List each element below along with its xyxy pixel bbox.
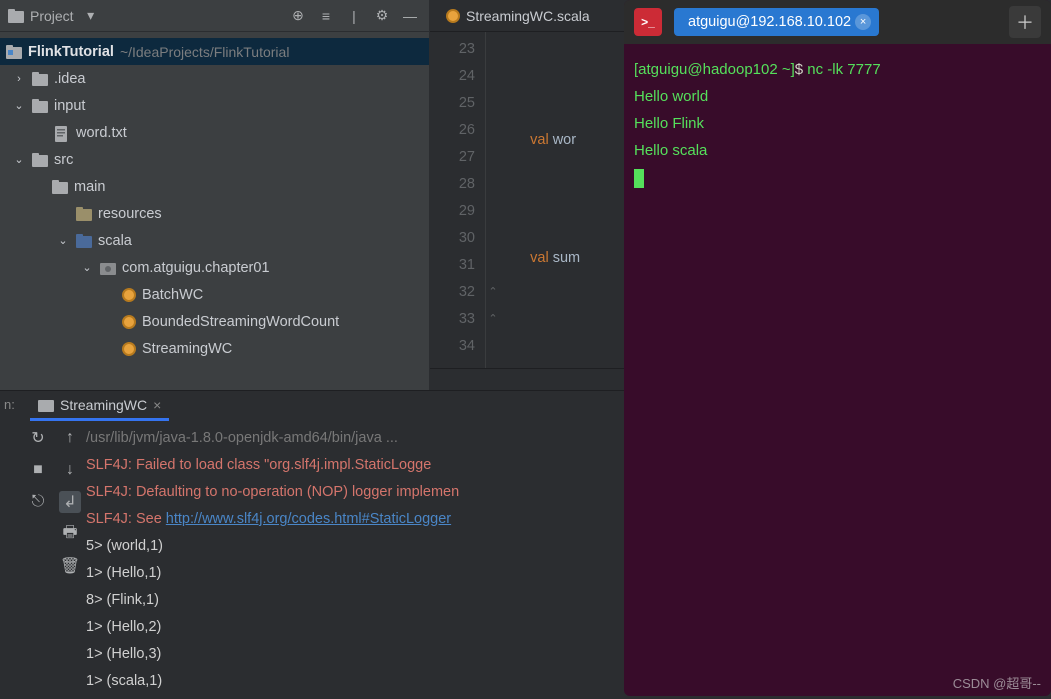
tree-item[interactable]: main bbox=[0, 173, 429, 200]
file-icon bbox=[54, 126, 70, 140]
new-terminal-tab-button[interactable]: ＋ bbox=[1009, 6, 1041, 38]
fold-marker-icon[interactable]: ⌃ bbox=[486, 306, 500, 333]
chevron-down-icon: ⌄ bbox=[80, 261, 94, 274]
project-tool-label: Project bbox=[30, 8, 74, 24]
chevron-down-icon: ⌄ bbox=[12, 99, 26, 112]
close-tab-icon[interactable]: × bbox=[153, 397, 161, 413]
rerun-icon[interactable]: ↻ bbox=[27, 427, 49, 449]
tree-item[interactable]: BoundedStreamingWordCount bbox=[0, 308, 429, 335]
tree-root[interactable]: FlinkTutorial ~/IdeaProjects/FlinkTutori… bbox=[0, 38, 429, 65]
scala-file-icon bbox=[446, 9, 460, 23]
folder-icon bbox=[32, 72, 48, 86]
tree-item[interactable]: ⌄input bbox=[0, 92, 429, 119]
scala-object-icon bbox=[122, 288, 136, 302]
gutter: 232425262728293031323334 bbox=[430, 32, 486, 368]
chevron-down-icon: ⌄ bbox=[12, 153, 26, 166]
print-icon[interactable]: 🖶 bbox=[59, 523, 81, 545]
project-tool-header: Project ▾ ⊕ ≡ | ⚙ — bbox=[0, 0, 429, 32]
tree-item[interactable]: word.txt bbox=[0, 119, 429, 146]
minimize-icon[interactable]: — bbox=[399, 5, 421, 27]
cursor-icon bbox=[634, 169, 644, 188]
tree-item[interactable]: StreamingWC bbox=[0, 335, 429, 362]
project-tree[interactable]: FlinkTutorial ~/IdeaProjects/FlinkTutori… bbox=[0, 32, 429, 390]
dropdown-icon[interactable]: ▾ bbox=[80, 5, 102, 27]
folder-icon bbox=[32, 153, 48, 167]
tree-item[interactable]: ›.idea bbox=[0, 65, 429, 92]
editor-tab[interactable]: StreamingWC.scala bbox=[436, 1, 600, 31]
run-label: n: bbox=[0, 391, 22, 699]
exit-icon[interactable]: ⎋ bbox=[27, 491, 49, 513]
chevron-right-icon: › bbox=[12, 73, 26, 85]
scala-object-icon bbox=[122, 315, 136, 329]
fold-column[interactable]: ⌃⌃ bbox=[486, 32, 500, 368]
down-icon[interactable]: ↓ bbox=[59, 459, 81, 481]
resources-folder-icon bbox=[76, 207, 92, 221]
locate-icon[interactable]: ⊕ bbox=[287, 5, 309, 27]
run-toolbar-output: ↑ ↓ ↲ 🖶 🗑 bbox=[54, 421, 86, 699]
up-icon[interactable]: ↑ bbox=[59, 427, 81, 449]
terminal-header: atguigu@192.168.10.102 × ＋ bbox=[624, 0, 1051, 44]
soft-wrap-icon[interactable]: ↲ bbox=[59, 491, 81, 513]
stop-icon[interactable]: ■ bbox=[27, 459, 49, 481]
folder-icon bbox=[32, 99, 48, 113]
tree-item[interactable]: ⌄scala bbox=[0, 227, 429, 254]
project-icon bbox=[8, 9, 24, 23]
log-link[interactable]: http://www.slf4j.org/codes.html#StaticLo… bbox=[166, 511, 451, 527]
package-icon bbox=[100, 261, 116, 275]
terminal-window: atguigu@192.168.10.102 × ＋ [atguigu@hado… bbox=[624, 0, 1051, 696]
fold-marker-icon[interactable]: ⌃ bbox=[486, 279, 500, 306]
scala-object-icon bbox=[122, 342, 136, 356]
terminal-app-icon bbox=[634, 8, 662, 36]
folder-icon bbox=[52, 180, 68, 194]
tree-item[interactable]: BatchWC bbox=[0, 281, 429, 308]
terminal-tab[interactable]: atguigu@192.168.10.102 × bbox=[674, 8, 879, 36]
tree-item[interactable]: ⌄com.atguigu.chapter01 bbox=[0, 254, 429, 281]
watermark: CSDN @超哥-- bbox=[953, 673, 1041, 692]
run-tab[interactable]: StreamingWC × bbox=[30, 391, 169, 421]
tree-item[interactable]: ⌄src bbox=[0, 146, 429, 173]
divider-icon: | bbox=[343, 5, 365, 27]
terminal-body[interactable]: [atguigu@hadoop102 ~]$ nc -lk 7777 Hello… bbox=[624, 44, 1051, 203]
chevron-down-icon: ⌄ bbox=[56, 234, 70, 247]
module-icon bbox=[6, 45, 22, 59]
gear-icon[interactable]: ⚙ bbox=[371, 5, 393, 27]
close-terminal-tab-icon[interactable]: × bbox=[855, 14, 871, 30]
project-sidebar: Project ▾ ⊕ ≡ | ⚙ — FlinkTutorial ~/Idea… bbox=[0, 0, 430, 390]
source-folder-icon bbox=[76, 234, 92, 248]
expand-icon[interactable]: ≡ bbox=[315, 5, 337, 27]
run-toolbar-left: ↻ ■ ⎋ bbox=[22, 421, 54, 699]
tree-item[interactable]: resources bbox=[0, 200, 429, 227]
trash-icon[interactable]: 🗑 bbox=[59, 555, 81, 577]
run-config-icon bbox=[38, 398, 54, 412]
